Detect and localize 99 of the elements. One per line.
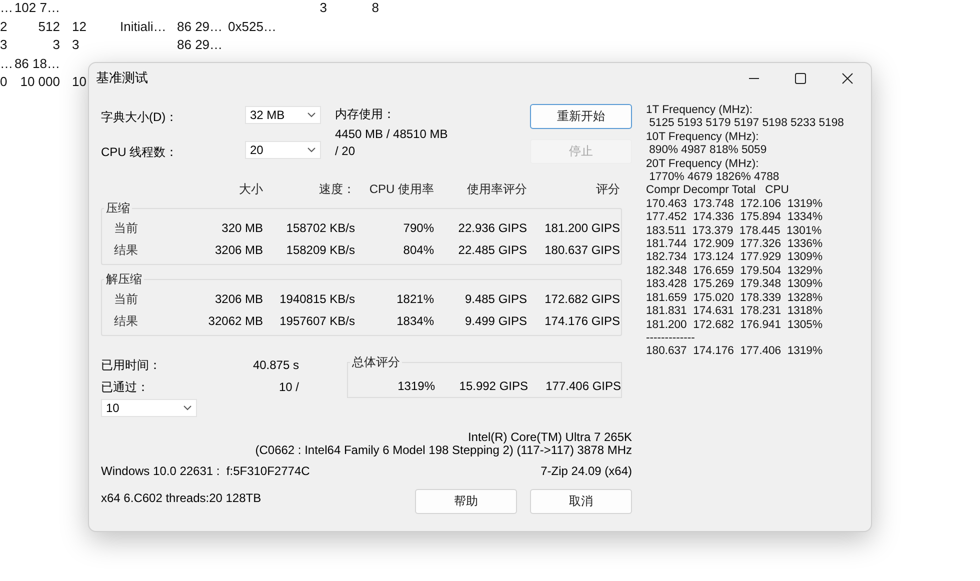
log-line: 170.463 173.748 172.106 1319% [646, 198, 824, 212]
table-cell-text: 181.200 GIPS [544, 221, 620, 235]
table-cell-text: 9.485 GIPS [464, 292, 527, 306]
log-line: 10T Frequency (MHz): [646, 130, 760, 144]
table-cell-text: 158702 KB/s [285, 221, 355, 235]
table-cell-text: 512 [37, 18, 60, 34]
group-title: 总体评分 [351, 354, 401, 371]
row-label: 当前 [114, 220, 139, 236]
table-cell-text: 86 18… [13, 56, 60, 70]
log-line: 183.511 173.379 178.445 1301% [646, 224, 823, 238]
column-header: 评分 [595, 180, 620, 198]
log-line: 177.452 174.336 175.894 1334% [646, 211, 824, 225]
table-cell: 2 [0, 18, 8, 34]
log-line: 1T Frequency (MHz): [646, 104, 754, 118]
table-cell: 3 [72, 37, 80, 52]
passes-value: 10 / [278, 380, 299, 394]
elapsed-time-value: 40.875 s [252, 358, 299, 372]
table-cell-text: 790% [402, 221, 434, 235]
window-title: 基准测试 [96, 69, 149, 87]
version-text: 7-Zip 24.09 (x64) [540, 464, 632, 478]
table-cell-text: 10 000 [19, 74, 60, 89]
system-info-text: x64 6.C602 threads:20 128TB [101, 491, 262, 505]
table-cell-text: 1821% [396, 292, 434, 306]
chevron-down-icon [307, 112, 316, 118]
table-cell-text: 32062 MB [207, 314, 263, 328]
group-title: 解压缩 [105, 271, 143, 288]
log-line: 181.200 172.682 176.941 1305% [646, 318, 824, 332]
group-title: 压缩 [105, 200, 131, 217]
table-cell: 0 [0, 74, 8, 89]
maximize-icon [795, 72, 806, 84]
dictionary-size-label: 字典大小(D)： [101, 109, 179, 126]
os-info-text: Windows 10.0 22631 : f:5F310F2774C [101, 464, 310, 478]
log-line: 181.659 175.020 178.339 1328% [646, 292, 824, 306]
table-cell-text: 3206 MB [214, 292, 263, 306]
restart-button[interactable]: 重新开始 [530, 104, 632, 129]
chevron-down-icon [183, 405, 192, 411]
table-cell-text: 1957607 KB/s [278, 314, 355, 328]
table-cell: 86 29… [177, 37, 223, 52]
log-line: 183.428 175.269 179.348 1309% [646, 278, 824, 292]
dialog-button[interactable]: 取消 [530, 489, 632, 514]
log-line: 182.348 176.659 179.504 1329% [646, 264, 824, 278]
memory-usage-value: 4450 MB / 48510 MB [335, 127, 449, 141]
table-cell: 86 29… [177, 18, 223, 34]
table-cell: 0x525… [228, 18, 276, 34]
table-cell-text: 8 [370, 0, 379, 15]
table-cell-text: 15.992 GIPS [458, 379, 528, 393]
table-cell: 10 [72, 74, 86, 89]
table-cell-text: 174.176 GIPS [544, 314, 620, 328]
table-cell-text: 172.682 GIPS [544, 292, 620, 306]
column-header: 大小 [238, 180, 263, 198]
passes-select[interactable]: 10 [101, 399, 197, 417]
table-cell-text: 22.485 GIPS [457, 243, 527, 257]
table-cell-text: 804% [402, 243, 434, 257]
table-cell: 12 [72, 18, 86, 34]
table-cell-text: 158209 KB/s [285, 243, 355, 257]
table-cell-text: 1319% [396, 379, 435, 393]
memory-usage-label: 内存使用： [335, 106, 396, 123]
log-line: 5125 5193 5179 5197 5198 5233 5198 [648, 117, 845, 131]
row-label: 当前 [114, 290, 139, 308]
close-icon [842, 72, 853, 84]
log-line: Compr Decompr Total CPU [646, 184, 790, 198]
table-cell-text: 102 7… [13, 0, 60, 15]
table-cell: Initiali… [120, 18, 166, 34]
table-cell-text: 3206 MB [214, 243, 263, 257]
table-cell-text: 177.406 GIPS [544, 379, 621, 393]
table-cell: … [0, 0, 13, 15]
table-cell-text: 22.936 GIPS [457, 221, 527, 235]
log-line: 20T Frequency (MHz): [646, 158, 760, 172]
log-line: 180.637 174.176 177.406 1319% [646, 345, 824, 359]
table-cell-text: 180.637 GIPS [544, 243, 620, 257]
cpu-threads-label: CPU 线程数： [101, 144, 179, 161]
dictionary-size-select[interactable]: 32 MB [245, 106, 321, 124]
column-header: 使用率评分 [466, 180, 527, 198]
row-label: 结果 [114, 312, 139, 330]
elapsed-time-label: 已用时间： [101, 356, 161, 374]
column-header: 速度： [318, 180, 355, 198]
max-threads-text: / 20 [335, 143, 356, 160]
row-label: 结果 [114, 242, 139, 258]
table-cell: 3 [0, 37, 8, 52]
table-cell-text: 9.499 GIPS [464, 314, 527, 328]
table-cell: … [0, 56, 13, 70]
cpu-threads-select[interactable]: 20 [245, 141, 321, 159]
table-cell-text: 3 [318, 0, 327, 15]
log-line: 1770% 4679 1826% 4788 [648, 171, 780, 184]
table-cell-text: 3 [52, 37, 60, 52]
log-line: 182.734 173.124 177.929 1309% [646, 251, 824, 265]
table-cell-text: 1834% [396, 314, 434, 328]
table-cell-text: 320 MB [220, 221, 263, 235]
cpu-info-text: (C0662 : Intel64 Family 6 Model 198 Stepping 2) (117->117) 3878 MHz [255, 444, 632, 457]
log-line: 181.831 174.631 178.231 1318% [646, 305, 824, 318]
column-header: CPU 使用率 [368, 180, 434, 198]
passes-label: 已通过： [101, 378, 149, 396]
chevron-down-icon [307, 147, 316, 153]
log-line: ------------- [646, 332, 696, 346]
log-line: 890% 4987 818% 5059 [648, 144, 768, 158]
log-line: 181.744 172.909 177.326 1336% [646, 238, 824, 252]
table-cell-text: 1940815 KB/s [278, 292, 355, 306]
dialog-button[interactable]: 帮助 [415, 489, 517, 514]
cpu-info-text: Intel(R) Core(TM) Ultra 7 265K [468, 431, 632, 444]
